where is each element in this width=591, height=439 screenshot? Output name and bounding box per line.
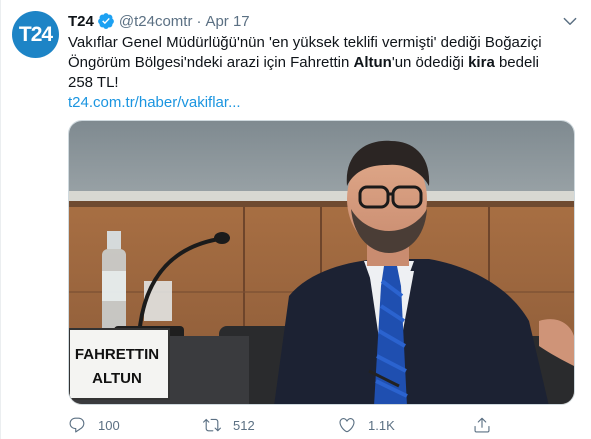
like-count: 1.1K — [368, 417, 395, 433]
tweet-photo[interactable]: FAHRETTIN ALTUN — [68, 120, 575, 405]
avatar-logo-text: T24 — [18, 22, 53, 46]
header-separator: · — [196, 12, 202, 30]
tweet-text: Vakıflar Genel Müdürlüğü'nün 'en yüksek … — [68, 33, 568, 113]
nameplate-line1: FAHRETTIN — [75, 346, 159, 363]
retweet-button[interactable]: 512 — [203, 416, 338, 434]
tweet[interactable]: T24 T24 @t24comtr · Apr 17 Vakıflar Gene… — [0, 0, 591, 439]
tweet-date[interactable]: Apr 17 — [205, 13, 249, 30]
author-handle[interactable]: @t24comtr — [119, 13, 193, 30]
tweet-actions: 100 512 1.1K — [68, 413, 538, 437]
nameplate-line2: ALTUN — [92, 370, 142, 387]
reply-count: 100 — [98, 417, 120, 433]
tweet-text-bold: kira — [468, 54, 495, 71]
like-button[interactable]: 1.1K — [338, 416, 473, 434]
chevron-down-icon — [563, 17, 577, 26]
reply-icon — [69, 417, 85, 433]
more-options-button[interactable] — [559, 10, 581, 32]
author-name[interactable]: T24 — [68, 13, 94, 30]
tweet-text-bold: Altun — [353, 54, 392, 71]
verified-badge-icon — [97, 13, 114, 29]
retweet-count: 512 — [233, 417, 255, 433]
share-button[interactable] — [473, 416, 513, 434]
tweet-text-part: 'un ödediği — [391, 54, 469, 71]
tweet-header: T24 @t24comtr · Apr 17 — [68, 11, 250, 31]
share-icon — [474, 417, 490, 433]
reply-button[interactable]: 100 — [68, 416, 203, 434]
article-link[interactable]: t24.com.tr/haber/vakiflar... — [68, 93, 241, 113]
retweet-icon — [203, 418, 221, 432]
avatar[interactable]: T24 — [12, 11, 59, 58]
photo-illustration: FAHRETTIN ALTUN — [69, 121, 574, 404]
heart-icon — [339, 418, 355, 433]
